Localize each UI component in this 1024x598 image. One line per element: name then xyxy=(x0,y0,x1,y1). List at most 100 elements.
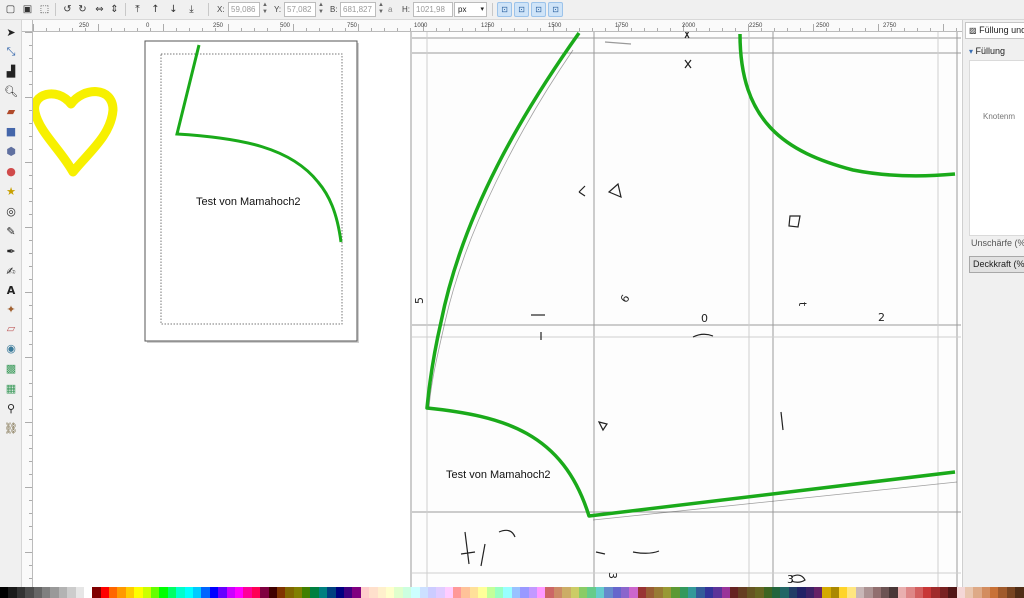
color-swatch[interactable] xyxy=(537,587,546,598)
color-swatch[interactable] xyxy=(847,587,856,598)
color-swatch[interactable] xyxy=(478,587,487,598)
color-swatch[interactable] xyxy=(427,587,437,598)
star-tool-icon[interactable]: ★ xyxy=(3,183,19,199)
color-swatch[interactable] xyxy=(696,587,705,598)
color-swatch[interactable] xyxy=(881,587,890,598)
color-swatch[interactable] xyxy=(151,587,160,598)
color-swatch[interactable] xyxy=(864,587,873,598)
color-swatch[interactable] xyxy=(8,587,17,598)
color-swatch[interactable] xyxy=(855,587,865,598)
color-swatch[interactable] xyxy=(562,587,571,598)
color-swatch[interactable] xyxy=(780,587,789,598)
color-swatch[interactable] xyxy=(578,587,588,598)
color-swatch[interactable] xyxy=(209,587,219,598)
color-swatch[interactable] xyxy=(100,587,110,598)
color-swatch[interactable] xyxy=(1015,587,1024,598)
color-swatch[interactable] xyxy=(713,587,722,598)
color-swatch[interactable] xyxy=(167,587,177,598)
color-swatch[interactable] xyxy=(344,587,353,598)
raise-icon[interactable]: ↑ xyxy=(148,2,163,17)
color-swatch[interactable] xyxy=(771,587,781,598)
color-swatch[interactable] xyxy=(67,587,76,598)
color-swatch[interactable] xyxy=(58,587,68,598)
color-swatch[interactable] xyxy=(109,587,118,598)
color-swatch[interactable] xyxy=(285,587,294,598)
color-swatch[interactable] xyxy=(176,587,185,598)
color-swatch[interactable] xyxy=(486,587,496,598)
color-swatch[interactable] xyxy=(914,587,923,598)
zoom-tool-icon[interactable]: 🔍︎ xyxy=(3,83,19,99)
color-swatch[interactable] xyxy=(184,587,193,598)
color-swatch[interactable] xyxy=(813,587,823,598)
gradient-tool-icon[interactable]: ▩ xyxy=(3,360,19,376)
unit-select[interactable]: px ▾ xyxy=(454,2,487,17)
color-swatch[interactable] xyxy=(998,587,1007,598)
pencil-tool-icon[interactable]: ✎ xyxy=(3,223,19,239)
sub-tab-fill[interactable]: ▾ Füllung xyxy=(969,46,1005,56)
color-swatch[interactable] xyxy=(906,587,915,598)
eraser-tool-icon[interactable]: ▱ xyxy=(3,320,19,336)
color-swatch[interactable] xyxy=(964,587,974,598)
select-all-layers-icon[interactable]: ▣ xyxy=(20,2,35,17)
vertical-ruler[interactable] xyxy=(22,32,33,587)
color-swatch[interactable] xyxy=(646,587,655,598)
horizontal-ruler[interactable]: 250 0 250 500 750 1000 1250 1500 1750 2000 2250 250… xyxy=(33,20,962,32)
x-spinner[interactable]: ▲ ▼ xyxy=(261,2,269,17)
y-field[interactable]: 57,082 xyxy=(284,2,316,17)
x-field[interactable]: 59,086 xyxy=(228,2,260,17)
color-swatch[interactable] xyxy=(889,587,898,598)
color-swatch[interactable] xyxy=(931,587,940,598)
color-swatch[interactable] xyxy=(763,587,772,598)
paint-bucket-tool-icon[interactable]: ◉ xyxy=(3,340,19,356)
color-swatch[interactable] xyxy=(92,587,101,598)
color-swatch[interactable] xyxy=(218,587,227,598)
select-all-icon[interactable]: ▢ xyxy=(3,2,18,17)
color-swatch[interactable] xyxy=(134,587,143,598)
lock-ratio-icon[interactable]: a xyxy=(388,5,392,14)
color-swatch[interactable] xyxy=(746,587,756,598)
color-swatch[interactable] xyxy=(117,587,126,598)
color-swatch[interactable] xyxy=(302,587,311,598)
color-swatch[interactable] xyxy=(369,587,378,598)
color-swatch[interactable] xyxy=(142,587,152,598)
color-swatch[interactable] xyxy=(738,587,747,598)
connector-tool-icon[interactable]: ⛓ xyxy=(3,420,19,436)
color-swatch[interactable] xyxy=(755,587,764,598)
dropper-tool-icon[interactable]: ⚲ xyxy=(3,400,19,416)
color-swatch[interactable] xyxy=(394,587,403,598)
color-swatch[interactable] xyxy=(75,587,84,598)
color-swatch[interactable] xyxy=(25,587,34,598)
3d-box-tool-icon[interactable]: ⬢ xyxy=(3,143,19,159)
color-swatch[interactable] xyxy=(595,587,605,598)
color-swatch[interactable] xyxy=(293,587,303,598)
color-swatch[interactable] xyxy=(503,587,512,598)
color-swatch[interactable] xyxy=(981,587,991,598)
spray-tool-icon[interactable]: ✦ xyxy=(3,301,19,317)
drawing-canvas[interactable]: 5 6 0 t 2 3 3 Test von Mamahoch2 Test vo… xyxy=(33,32,962,587)
color-swatch[interactable] xyxy=(570,587,579,598)
color-swatch[interactable] xyxy=(620,587,630,598)
calligraphy-tool-icon[interactable]: ✍ xyxy=(3,263,19,279)
color-swatch[interactable] xyxy=(469,587,479,598)
lower-to-bottom-icon[interactable]: ⤓ xyxy=(184,2,199,17)
color-swatch[interactable] xyxy=(0,587,9,598)
flip-horizontal-icon[interactable]: ⇔ xyxy=(92,2,107,17)
deselect-icon[interactable]: ⬚ xyxy=(37,2,52,17)
color-swatch[interactable] xyxy=(251,587,261,598)
color-swatch[interactable] xyxy=(33,587,42,598)
color-swatch[interactable] xyxy=(604,587,613,598)
flip-vertical-icon[interactable]: ⇕ xyxy=(107,2,122,17)
lower-icon[interactable]: ↓ xyxy=(166,2,181,17)
color-swatch[interactable] xyxy=(402,587,412,598)
color-swatch[interactable] xyxy=(16,587,26,598)
color-swatch[interactable] xyxy=(318,587,328,598)
color-swatch[interactable] xyxy=(444,587,454,598)
color-swatch[interactable] xyxy=(679,587,689,598)
color-swatch[interactable] xyxy=(41,587,51,598)
color-swatch[interactable] xyxy=(797,587,806,598)
color-swatch[interactable] xyxy=(226,587,235,598)
mesh-tool-icon[interactable]: ▦ xyxy=(3,380,19,396)
color-swatch[interactable] xyxy=(587,587,596,598)
color-swatch[interactable] xyxy=(528,587,537,598)
color-swatch[interactable] xyxy=(352,587,361,598)
